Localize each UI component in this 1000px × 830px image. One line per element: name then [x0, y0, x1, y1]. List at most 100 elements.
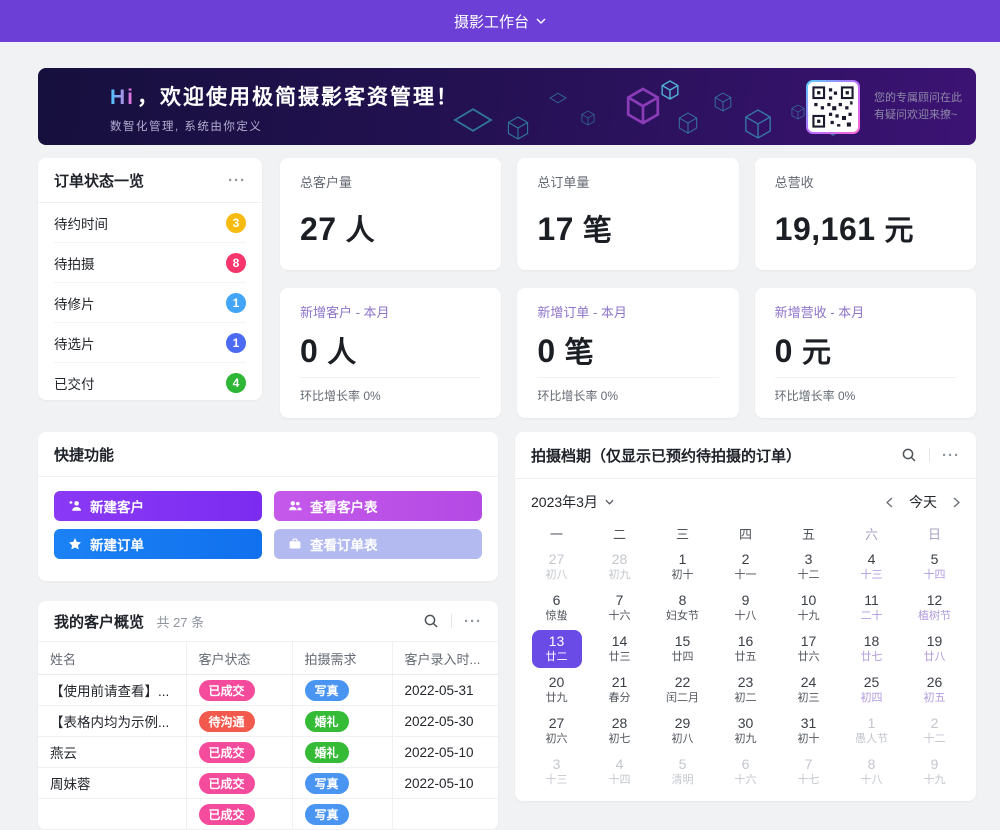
day-lunar-label: 闰二月: [658, 691, 708, 706]
calendar-day[interactable]: 8 十八: [840, 753, 903, 791]
customer-name-cell: 【使用前请查看】...: [38, 675, 186, 706]
calendar-day[interactable]: 29 初八: [651, 712, 714, 750]
day-lunar-label: 植树节: [910, 609, 960, 624]
column-header[interactable]: 拍摄需求: [292, 642, 392, 675]
day-lunar-label: 十四: [595, 773, 645, 788]
day-lunar-label: 十三: [847, 568, 897, 583]
calendar-day[interactable]: 11 二十: [840, 589, 903, 627]
calendar-day[interactable]: 31 初十: [777, 712, 840, 750]
quick-action-label: 查看订单表: [310, 534, 378, 554]
day-number: 28: [595, 550, 645, 568]
calendar-day[interactable]: 22 闰二月: [651, 671, 714, 709]
calendar-day[interactable]: 13 廿二: [525, 630, 588, 668]
column-header[interactable]: 客户录入时...: [392, 642, 498, 675]
table-row[interactable]: 【使用前请查看】... 已成交 写真 2022-05-31: [38, 675, 498, 706]
calendar-day[interactable]: 21 春分: [588, 671, 651, 709]
column-header[interactable]: 客户状态: [186, 642, 292, 675]
calendar-day[interactable]: 6 惊蛰: [525, 589, 588, 627]
calendar-day[interactable]: 28 初九: [588, 548, 651, 586]
day-lunar-label: 十九: [784, 609, 834, 624]
calendar-day[interactable]: 7 十六: [588, 589, 651, 627]
status-item[interactable]: 待拍摄 8: [54, 243, 246, 283]
calendar-day[interactable]: 2 十一: [714, 548, 777, 586]
day-number: 9: [910, 755, 960, 773]
calendar-day[interactable]: 5 十四: [903, 548, 966, 586]
calendar-day[interactable]: 15 廿四: [651, 630, 714, 668]
calendar-day[interactable]: 18 廿七: [840, 630, 903, 668]
calendar-day[interactable]: 7 十七: [777, 753, 840, 791]
status-item[interactable]: 待选片 1: [54, 323, 246, 363]
calendar-day[interactable]: 9 十八: [714, 589, 777, 627]
search-icon[interactable]: [901, 447, 917, 463]
more-icon[interactable]: ···: [228, 173, 246, 188]
calendar-day[interactable]: 4 十四: [588, 753, 651, 791]
calendar-day[interactable]: 8 妇女节: [651, 589, 714, 627]
calendar-day[interactable]: 25 初四: [840, 671, 903, 709]
calendar-day[interactable]: 5 清明: [651, 753, 714, 791]
stat-label: 新增营收 - 本月: [775, 302, 956, 321]
month-label: 2023年3月: [531, 492, 598, 512]
quick-action-briefcase-button[interactable]: 查看订单表: [274, 529, 482, 559]
calendar-day[interactable]: 28 初七: [588, 712, 651, 750]
status-item[interactable]: 待修片 1: [54, 283, 246, 323]
calendar-day[interactable]: 3 十三: [525, 753, 588, 791]
calendar-day[interactable]: 27 初八: [525, 548, 588, 586]
left-column: 快捷功能 新建客户 查看客户表 新建订单 查看订单表 我的客户概览 共 27 条: [38, 432, 498, 830]
customer-status-cell: 已成交: [186, 675, 292, 706]
column-header[interactable]: 姓名: [38, 642, 186, 675]
day-lunar-label: 二十: [847, 609, 897, 624]
calendar-day[interactable]: 14 廿三: [588, 630, 651, 668]
banner-subtitle: 数智化管理, 系统由你定义: [110, 118, 459, 134]
dashboard-main: Hi，欢迎使用极简摄影客资管理！ 数智化管理, 系统由你定义: [0, 42, 1000, 830]
search-icon[interactable]: [423, 613, 439, 629]
stat-value: 27人: [300, 207, 481, 249]
status-pill: 已成交: [199, 680, 255, 701]
table-row[interactable]: 已成交 写真: [38, 799, 498, 830]
workspace-title[interactable]: 摄影工作台: [454, 11, 529, 32]
prev-month-button[interactable]: [886, 497, 893, 508]
entry-date-cell: 2022-05-30: [392, 706, 498, 737]
next-month-button[interactable]: [953, 497, 960, 508]
calendar-day[interactable]: 10 十九: [777, 589, 840, 627]
customer-status-cell: 已成交: [186, 799, 292, 830]
calendar-day[interactable]: 1 愚人节: [840, 712, 903, 750]
table-row[interactable]: 燕云 已成交 婚礼 2022-05-10: [38, 737, 498, 768]
day-lunar-label: 惊蛰: [532, 609, 582, 624]
calendar-day[interactable]: 27 初六: [525, 712, 588, 750]
calendar-day[interactable]: 24 初三: [777, 671, 840, 709]
chevron-down-icon[interactable]: [536, 18, 546, 24]
table-row[interactable]: 周妹蓉 已成交 写真 2022-05-10: [38, 768, 498, 799]
more-icon[interactable]: ···: [464, 614, 482, 629]
shoot-schedule-panel: 拍摄档期（仅显示已预约待拍摄的订单） ··· 2023年3月 今天: [515, 432, 976, 801]
calendar-day[interactable]: 17 廿六: [777, 630, 840, 668]
calendar-day[interactable]: 23 初二: [714, 671, 777, 709]
quick-action-person-plus-button[interactable]: 新建客户: [54, 491, 262, 521]
month-selector[interactable]: 2023年3月: [531, 492, 614, 512]
quick-action-people-button[interactable]: 查看客户表: [274, 491, 482, 521]
calendar-day[interactable]: 20 廿九: [525, 671, 588, 709]
more-icon[interactable]: ···: [942, 448, 960, 463]
calendar-day[interactable]: 9 十九: [903, 753, 966, 791]
calendar-day[interactable]: 30 初九: [714, 712, 777, 750]
shoot-need-cell: 婚礼: [292, 737, 392, 768]
calendar-day[interactable]: 19 廿八: [903, 630, 966, 668]
calendar-day[interactable]: 3 十二: [777, 548, 840, 586]
calendar-day[interactable]: 1 初十: [651, 548, 714, 586]
calendar-day[interactable]: 26 初五: [903, 671, 966, 709]
calendar-day[interactable]: 2 十二: [903, 712, 966, 750]
customers-title-wrap: 我的客户概览 共 27 条: [54, 611, 204, 632]
status-item[interactable]: 待约时间 3: [54, 203, 246, 243]
calendar-day[interactable]: 4 十三: [840, 548, 903, 586]
quick-action-star-button[interactable]: 新建订单: [54, 529, 262, 559]
stat-unit: 人: [346, 215, 376, 247]
calendar-day[interactable]: 12 植树节: [903, 589, 966, 627]
today-button[interactable]: 今天: [909, 492, 937, 512]
calendar-day[interactable]: 6 十六: [714, 753, 777, 791]
calendar-day[interactable]: 16 廿五: [714, 630, 777, 668]
weekday-header: 四: [714, 521, 777, 545]
table-row[interactable]: 【表格内均为示例... 待沟通 婚礼 2022-05-30: [38, 706, 498, 737]
customer-status-cell: 待沟通: [186, 706, 292, 737]
day-number: 4: [847, 550, 897, 568]
day-lunar-label: 廿九: [532, 691, 582, 706]
status-item[interactable]: 已交付 4: [54, 363, 246, 403]
